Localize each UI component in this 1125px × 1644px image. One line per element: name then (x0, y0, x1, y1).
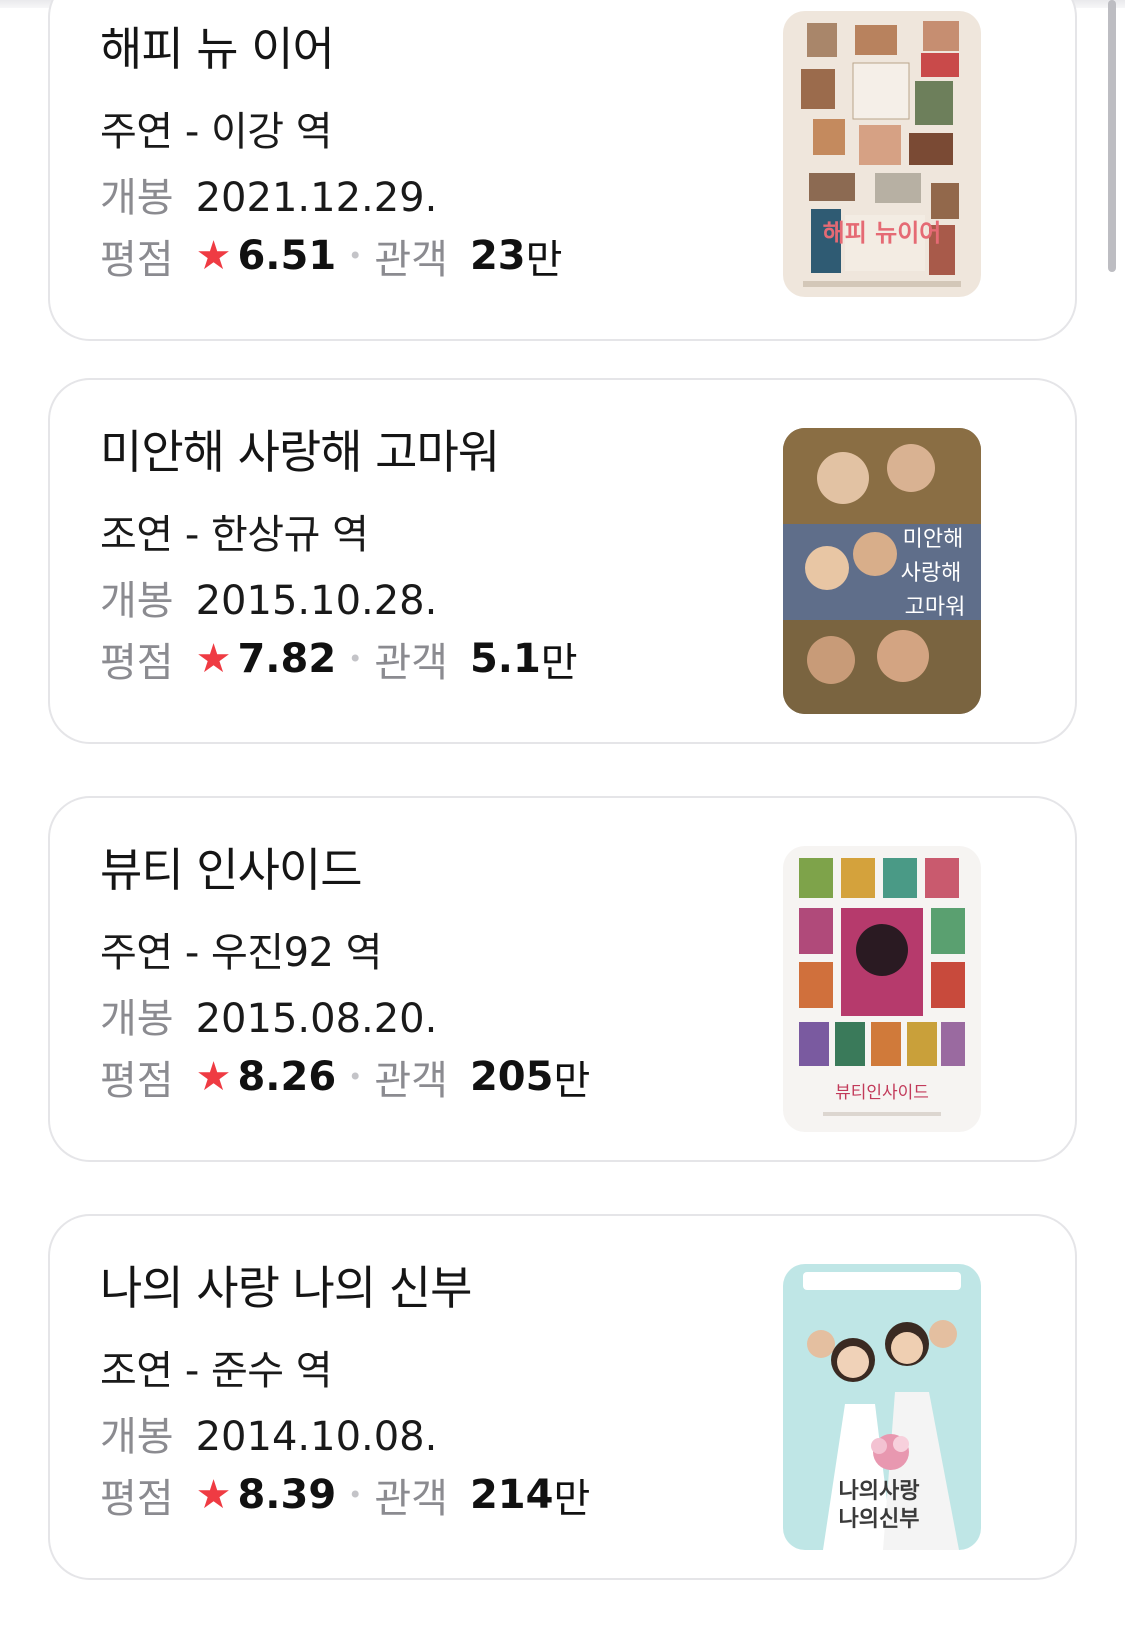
scrollbar[interactable] (1108, 0, 1116, 272)
rating-label: 평점 (100, 640, 174, 686)
rating-score: 6.51 (237, 233, 337, 279)
separator-dot: • (348, 1063, 363, 1091)
movie-title[interactable]: 뷰티 인사이드 (100, 834, 363, 900)
separator-dot: • (348, 645, 363, 673)
svg-text:뷰티인사이드: 뷰티인사이드 (835, 1083, 929, 1103)
release-row: 개봉 2015.10.28. (100, 568, 437, 626)
rating-score: 8.26 (237, 1054, 337, 1100)
rating-row: 평점 ★ 8.26 • 관객 205 만 (100, 1048, 590, 1106)
release-label: 개봉 (100, 578, 174, 624)
movie-title[interactable]: 해피 뉴 이어 (100, 13, 335, 79)
release-label: 개봉 (100, 996, 174, 1042)
rating-row: 평점 ★ 7.82 • 관객 5.1 만 (100, 630, 578, 688)
audience-count: 5.1 (469, 636, 541, 682)
svg-text:미안해: 미안해 (903, 527, 964, 552)
rating-score: 8.39 (237, 1472, 337, 1518)
audience-unit: 만 (553, 1476, 591, 1522)
movie-card[interactable]: 미안해 사랑해 고마워 조연 - 한상규 역 개봉 2015.10.28. 평점 … (48, 378, 1077, 744)
movie-title[interactable]: 나의 사랑 나의 신부 (100, 1252, 472, 1318)
movie-role: 조연 - 준수 역 (100, 1348, 333, 1394)
release-date: 2014.10.08. (195, 1414, 438, 1460)
svg-text:고마워: 고마워 (905, 595, 966, 620)
rating-row: 평점 ★ 6.51 • 관객 23 만 (100, 227, 562, 285)
movie-poster[interactable]: 나의사랑 나의신부 (783, 1264, 981, 1550)
release-row: 개봉 2015.08.20. (100, 986, 437, 1044)
star-icon: ★ (195, 1054, 232, 1100)
audience-count: 23 (469, 233, 526, 279)
audience-count: 205 (469, 1054, 554, 1100)
audience-label: 관객 (374, 237, 448, 283)
audience-label: 관객 (374, 1058, 448, 1104)
movie-role: 주연 - 우진92 역 (100, 930, 382, 976)
movie-title[interactable]: 미안해 사랑해 고마워 (100, 416, 500, 482)
release-date: 2015.08.20. (195, 996, 438, 1042)
movie-card[interactable]: 해피 뉴 이어 주연 - 이강 역 개봉 2021.12.29. 평점 ★ 6.5… (48, 0, 1077, 341)
audience-label: 관객 (374, 640, 448, 686)
star-icon: ★ (195, 1472, 232, 1518)
release-date: 2015.10.28. (195, 578, 438, 624)
release-label: 개봉 (100, 1414, 174, 1460)
audience-unit: 만 (525, 237, 563, 283)
separator-dot: • (348, 242, 363, 270)
release-row: 개봉 2014.10.08. (100, 1404, 437, 1462)
star-icon: ★ (195, 233, 232, 279)
star-icon: ★ (195, 636, 232, 682)
audience-count: 214 (469, 1472, 554, 1518)
svg-text:나의사랑: 나의사랑 (839, 1479, 920, 1504)
rating-label: 평점 (100, 1058, 174, 1104)
svg-text:나의신부: 나의신부 (839, 1507, 920, 1532)
movie-poster[interactable]: 해피 뉴이어 (783, 11, 981, 297)
separator-dot: • (348, 1481, 363, 1509)
movie-poster[interactable]: 뷰티인사이드 (783, 846, 981, 1132)
rating-label: 평점 (100, 1476, 174, 1522)
movie-role: 조연 - 한상규 역 (100, 512, 369, 558)
release-row: 개봉 2021.12.29. (100, 165, 437, 223)
release-label: 개봉 (100, 175, 174, 221)
movie-role: 주연 - 이강 역 (100, 109, 333, 155)
svg-text:사랑해: 사랑해 (901, 561, 962, 586)
rating-row: 평점 ★ 8.39 • 관객 214 만 (100, 1466, 590, 1524)
movie-card[interactable]: 나의 사랑 나의 신부 조연 - 준수 역 개봉 2014.10.08. 평점 ★… (48, 1214, 1077, 1580)
svg-text:해피 뉴이어: 해피 뉴이어 (823, 219, 942, 247)
release-date: 2021.12.29. (195, 175, 438, 221)
rating-label: 평점 (100, 237, 174, 283)
audience-label: 관객 (374, 1476, 448, 1522)
rating-score: 7.82 (237, 636, 337, 682)
audience-unit: 만 (553, 1058, 591, 1104)
audience-unit: 만 (540, 640, 578, 686)
movie-card[interactable]: 뷰티 인사이드 주연 - 우진92 역 개봉 2015.08.20. 평점 ★ 8… (48, 796, 1077, 1162)
movie-poster[interactable]: 미안해 사랑해 고마워 (783, 428, 981, 714)
